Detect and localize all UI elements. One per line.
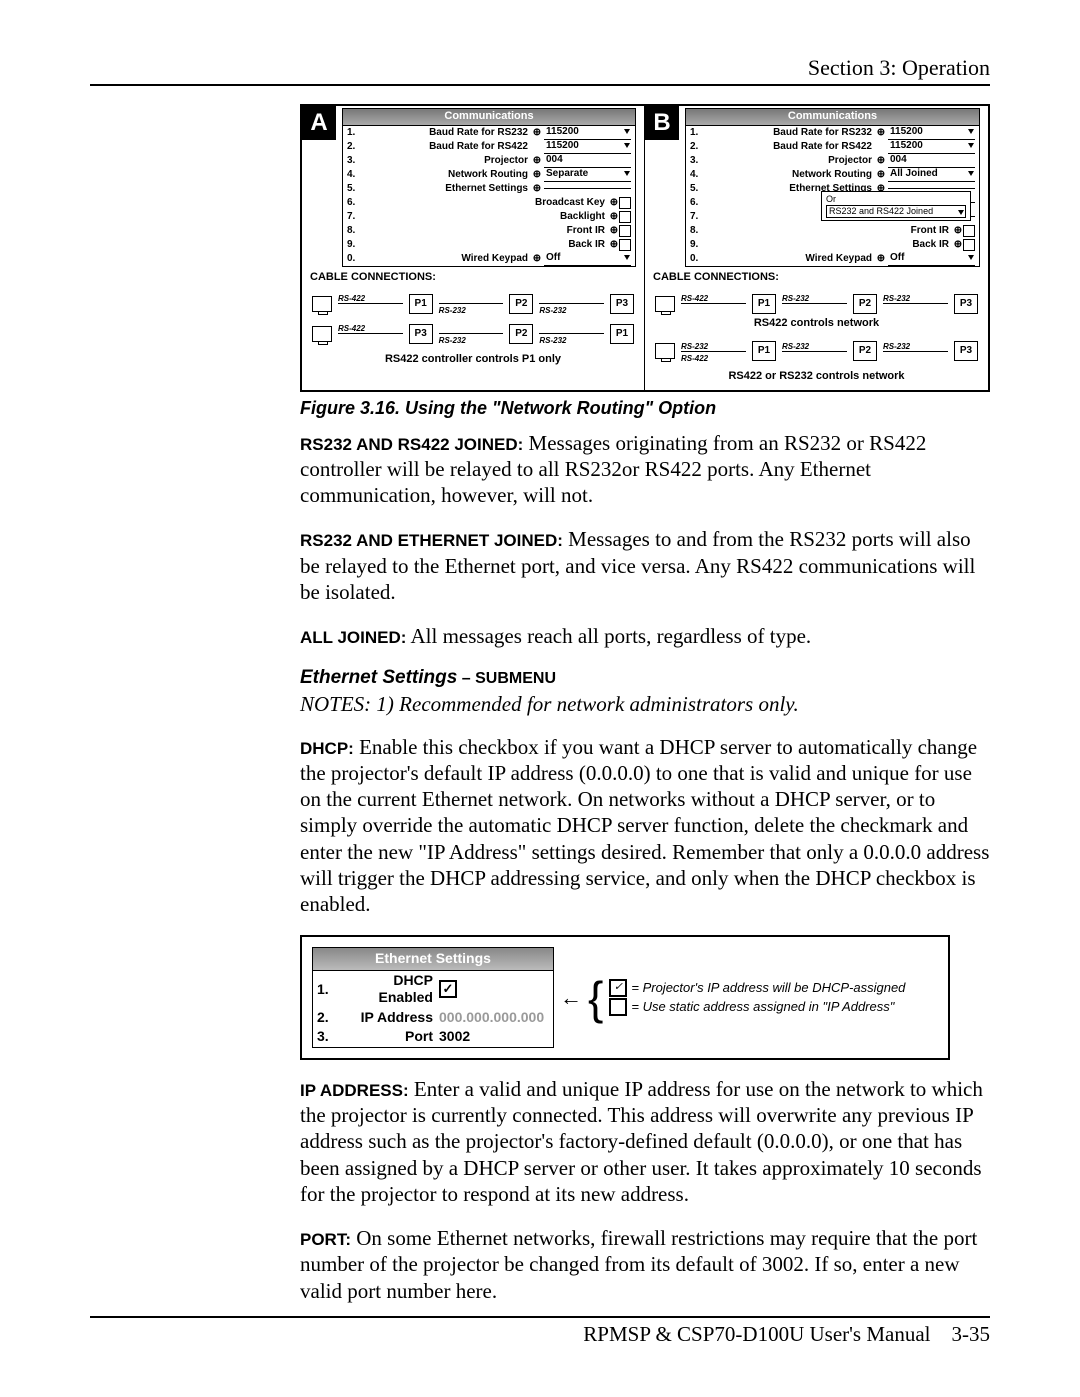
comm-row: 4.Network Routing⊕All Joined [686,168,979,182]
comm-row: 9.Back IR⊕ [686,238,979,252]
para-ip-address: IP ADDRESS: Enter a valid and unique IP … [300,1076,990,1207]
footer: RPMSP & CSP70-D100U User's Manual 3-35 [90,1316,990,1347]
wire: RS-422 [338,303,403,304]
header-rule: Section 3: Operation [90,55,990,86]
para-rs232-rs422: RS232 AND RS422 JOINED: Messages origina… [300,430,990,509]
comm-title: Communications [686,109,979,126]
checkbox-icon[interactable] [619,239,631,251]
comm-row: 6.Broadcast Key⊕ [343,196,635,210]
comm-panel-a: Communications 1.Baud Rate for RS232⊕115… [342,108,636,267]
value-field: 004 [544,154,631,168]
comm-panel-b: Communications 1.Baud Rate for RS232⊕115… [685,108,980,267]
monitor-icon [312,326,332,342]
comm-row: 0.Wired Keypad⊕Off [686,252,979,266]
para-all-joined: ALL JOINED: All messages reach all ports… [300,623,990,649]
dhcp-checkbox[interactable]: ✓ [439,980,457,998]
value-field[interactable]: Off [544,252,631,266]
comm-title: Communications [343,109,635,126]
value-field[interactable]: 115200 [544,126,631,140]
value-field [888,188,975,189]
cable-connections-label: CABLE CONNECTIONS: [310,271,644,285]
caption-b2: RS422 or RS232 controls network [645,370,988,384]
comm-row: 8.Front IR⊕ [686,224,979,238]
page: Section 3: Operation A Communications 1.… [0,0,1080,1397]
eth-row: 1.DHCP Enabled✓ [313,971,553,1008]
arrow-left-icon: ← [560,984,582,1012]
comm-row: 7.Backlight⊕ [343,210,635,224]
comm-row: 2.Baud Rate for RS422115200 [686,140,979,154]
eth-row: 3.Port3002 [313,1027,553,1047]
comm-row: 5.Ethernet Settings⊕ [343,182,635,196]
value-field[interactable]: 115200 [888,126,975,140]
comm-row: 4.Network Routing⊕Separate [343,168,635,182]
checkbox-empty-icon [609,998,627,1016]
panel-title: Ethernet Settings [313,948,553,971]
value-field: 004 [888,154,975,168]
figure-panel-a: A Communications 1.Baud Rate for RS232⊕1… [302,106,645,390]
comm-row: 8.Front IR⊕ [343,224,635,238]
checkbox-checked-icon: ✓ [609,979,627,997]
value-field[interactable]: Off [888,252,975,266]
comm-row: 3.Projector⊕004 [343,154,635,168]
comm-row: 0.Wired Keypad⊕Off [343,252,635,266]
value-field[interactable]: 115200 [544,140,631,154]
cable-connections-label: CABLE CONNECTIONS: [653,271,988,285]
ethernet-settings-figure: Ethernet Settings 1.DHCP Enabled✓2.IP Ad… [300,935,950,1060]
checkbox-icon[interactable] [619,197,631,209]
tooltip-routing-options: Or RS232 and RS422 Joined [821,191,971,221]
value-field[interactable]: 115200 [888,140,975,154]
comm-row: 3.Projector⊕004 [686,154,979,168]
monitor-icon [312,296,332,312]
value-field[interactable]: All Joined [888,168,975,182]
para-dhcp: DHCP: Enable this checkbox if you want a… [300,734,990,918]
comm-row: 2.Baud Rate for RS422115200 [343,140,635,154]
ethernet-settings-heading: Ethernet Settings – SUBMENU [300,667,990,689]
figure-panel-b: B Communications 1.Baud Rate for RS232⊕1… [645,106,988,390]
tooltip-option[interactable]: RS232 and RS422 Joined [826,205,966,218]
badge-a: A [302,106,336,140]
eth-row: 2.IP Address000.000.000.000 [313,1008,553,1028]
checkbox-icon[interactable] [619,225,631,237]
caption-b1: RS422 controls network [655,317,978,331]
notes: NOTES: 1) Recommended for network admini… [300,691,990,717]
monitor-icon [655,343,675,359]
figure-caption: Figure 3.16. Using the "Network Routing"… [300,398,990,420]
diagram-a: RS-422 P1 RS-232 P2 RS-232 P3 RS-422 P3 … [312,289,634,349]
checkbox-icon[interactable] [619,211,631,223]
p1-box: P1 [409,294,433,314]
diagram-b: RS-422 P1 RS-232 P2 RS-232 P3 RS422 cont… [655,289,978,367]
para-port: PORT: On some Ethernet networks, firewal… [300,1225,990,1304]
section-header: Section 3: Operation [90,55,990,81]
para-rs232-ethernet: RS232 AND ETHERNET JOINED: Messages to a… [300,526,990,605]
comm-row: 9.Back IR⊕ [343,238,635,252]
legend: ✓ = Projector's IP address will be DHCP-… [609,978,905,1017]
value-field [544,188,631,189]
badge-b: B [645,106,679,140]
p2-box: P2 [509,294,533,314]
value-field[interactable]: Separate [544,168,631,182]
checkbox-icon[interactable] [963,225,975,237]
p3-box: P3 [610,294,634,314]
ethernet-settings-panel: Ethernet Settings 1.DHCP Enabled✓2.IP Ad… [312,947,554,1048]
figure-network-routing: A Communications 1.Baud Rate for RS232⊕1… [300,104,990,392]
caption-a: RS422 controller controls P1 only [302,353,644,367]
comm-row: 1.Baud Rate for RS232⊕115200 [343,126,635,140]
monitor-icon [655,296,675,312]
comm-row: 1.Baud Rate for RS232⊕115200 [686,126,979,140]
checkbox-icon[interactable] [963,239,975,251]
brace-icon: { [588,980,603,1016]
body-column: A Communications 1.Baud Rate for RS232⊕1… [300,104,990,1304]
